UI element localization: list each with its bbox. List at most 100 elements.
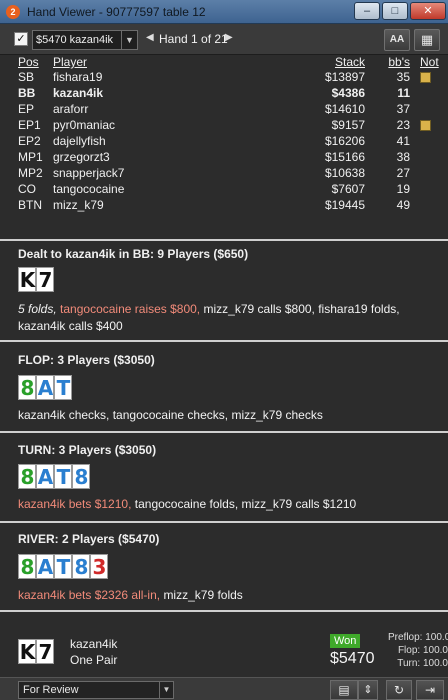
window-title: Hand Viewer - 90777597 table 12 <box>27 5 206 19</box>
player-stack: $10638 <box>324 166 365 180</box>
review-status-value: For Review <box>23 684 79 696</box>
player-pos: BTN <box>18 198 42 212</box>
previous-hand-icon[interactable]: ◀ <box>146 32 154 43</box>
player-note-cell[interactable] <box>410 69 448 85</box>
player-row[interactable]: BB kazan4ik $4386 11 <box>0 85 448 101</box>
river-rest: mizz_k79 folds <box>163 588 243 602</box>
player-pos: EP1 <box>18 118 41 132</box>
player-note-cell[interactable] <box>410 181 448 197</box>
next-hand-icon[interactable]: ▶ <box>225 32 233 43</box>
player-row[interactable]: EP1 pyr0maniac $9157 23 <box>0 117 448 133</box>
player-row[interactable]: SB fishara19 $13897 35 <box>0 69 448 85</box>
preflop-title: Dealt to kazan4ik in BB: 9 Players ($650… <box>18 247 249 261</box>
minimize-button[interactable]: – <box>354 2 380 20</box>
player-stack: $13897 <box>324 70 365 84</box>
preflop-action: 5 folds, tangococaine raises $800, mizz_… <box>18 301 448 335</box>
header-player[interactable]: Player <box>53 56 215 69</box>
note-icon[interactable] <box>420 72 431 84</box>
player-pos: SB <box>18 70 35 84</box>
equity-preflop: Preflop: 100.0 <box>388 632 448 643</box>
turn-cards: 8AT8 <box>18 464 90 489</box>
player-row[interactable]: BTN mizz_k79 $19445 49 <box>0 197 448 213</box>
spinner-icon[interactable]: ⇕ <box>358 680 378 700</box>
player-name: dajellyfish <box>53 134 106 148</box>
player-row[interactable]: CO tangococaine $7607 19 <box>0 181 448 197</box>
flop-cards: 8AT <box>18 375 72 400</box>
player-pos: EP <box>18 102 35 116</box>
hand-summary: K7 kazan4ik One Pair Won $5470 Preflop: … <box>0 611 448 677</box>
player-stack: $16206 <box>324 134 365 148</box>
player-note-cell[interactable] <box>410 117 448 133</box>
playing-card: A <box>36 554 54 579</box>
header-pos[interactable]: Pos <box>0 56 53 69</box>
chevron-down-icon[interactable]: ▼ <box>159 682 173 698</box>
playing-card: 8 <box>18 464 36 489</box>
note-icon[interactable] <box>420 120 431 132</box>
grid-icon[interactable]: ▦ <box>414 29 440 51</box>
divider <box>0 431 448 433</box>
player-stack: $14610 <box>324 102 365 116</box>
filter-checkbox[interactable]: ✓ <box>14 32 28 46</box>
player-bbs: 41 <box>396 134 410 148</box>
close-button[interactable]: ✕ <box>410 2 446 20</box>
preflop-folds: 5 folds, <box>18 302 57 316</box>
playing-card: 3 <box>90 554 108 579</box>
player-note-cell[interactable] <box>410 165 448 181</box>
playing-card: K <box>18 267 36 292</box>
player-note-cell[interactable] <box>410 101 448 117</box>
turn-bet: kazan4ik bets $1210, <box>18 497 132 511</box>
hand-select[interactable]: $5470 kazan4ik ▼ <box>32 30 138 50</box>
summary-cards: K7 <box>18 639 54 664</box>
status-bar: For Review ▼ ▤ ⇕ ↻ ⇥ <box>0 677 448 700</box>
toolbar: ✓ $5470 kazan4ik ▼ ◀ Hand 1 of 21 ▶ AA ▦ <box>0 24 448 55</box>
maximize-button[interactable]: □ <box>382 2 408 20</box>
won-amount: $5470 <box>330 650 375 667</box>
river-cards: 8AT83 <box>18 554 108 579</box>
player-name: kazan4ik <box>53 86 104 100</box>
player-stack: $7607 <box>331 182 365 196</box>
playing-card: T <box>54 464 72 489</box>
player-note-cell[interactable] <box>410 133 448 149</box>
player-row[interactable]: MP2 snapperjack7 $10638 27 <box>0 165 448 181</box>
player-row[interactable]: EP araforr $14610 37 <box>0 101 448 117</box>
playing-card: T <box>54 375 72 400</box>
equity-turn: Turn: 100.0 <box>397 658 448 669</box>
flop-action: kazan4ik checks, tangococaine checks, mi… <box>18 408 323 422</box>
playing-card: A <box>36 464 54 489</box>
player-note-cell[interactable] <box>410 85 448 101</box>
turn-section: TURN: 3 Players ($3050) 8AT8 kazan4ik be… <box>0 443 448 521</box>
calculator-icon[interactable]: ▤ <box>330 680 358 700</box>
divider <box>0 340 448 342</box>
player-pos: BB <box>18 86 36 100</box>
player-name: tangococaine <box>53 182 125 196</box>
player-pos: MP2 <box>18 166 43 180</box>
player-name: araforr <box>53 102 89 116</box>
players-header-row: Pos Player Stack bb's Not <box>0 56 448 69</box>
player-bbs: 11 <box>397 86 410 100</box>
chevron-down-icon[interactable]: ▼ <box>121 31 137 49</box>
player-stack: $9157 <box>331 118 365 132</box>
playing-card: 8 <box>72 464 90 489</box>
hand-select-value: $5470 kazan4ik <box>36 34 114 46</box>
player-bbs: 37 <box>396 102 410 116</box>
player-row[interactable]: EP2 dajellyfish $16206 41 <box>0 133 448 149</box>
header-notes[interactable]: Not <box>410 56 448 69</box>
player-note-cell[interactable] <box>410 149 448 165</box>
river-bet: kazan4ik bets $2326 all-in, <box>18 588 161 602</box>
playing-card: K <box>18 639 36 664</box>
refresh-icon[interactable]: ↻ <box>386 680 412 700</box>
hand-counter: Hand 1 of 21 <box>159 32 228 46</box>
header-bbs[interactable]: bb's <box>365 56 410 69</box>
player-name: grzegorzt3 <box>53 150 110 164</box>
header-stack[interactable]: Stack <box>215 56 365 69</box>
river-action: kazan4ik bets $2326 all-in, mizz_k79 fol… <box>18 587 448 604</box>
font-size-button[interactable]: AA <box>384 29 410 51</box>
review-status-select[interactable]: For Review ▼ <box>18 681 174 699</box>
exit-icon[interactable]: ⇥ <box>416 680 444 700</box>
divider <box>0 239 448 241</box>
player-stack: $19445 <box>324 198 365 212</box>
player-bbs: 49 <box>396 198 410 212</box>
preflop-section: Dealt to kazan4ik in BB: 9 Players ($650… <box>0 247 448 339</box>
player-row[interactable]: MP1 grzegorzt3 $15166 38 <box>0 149 448 165</box>
player-note-cell[interactable] <box>410 197 448 213</box>
